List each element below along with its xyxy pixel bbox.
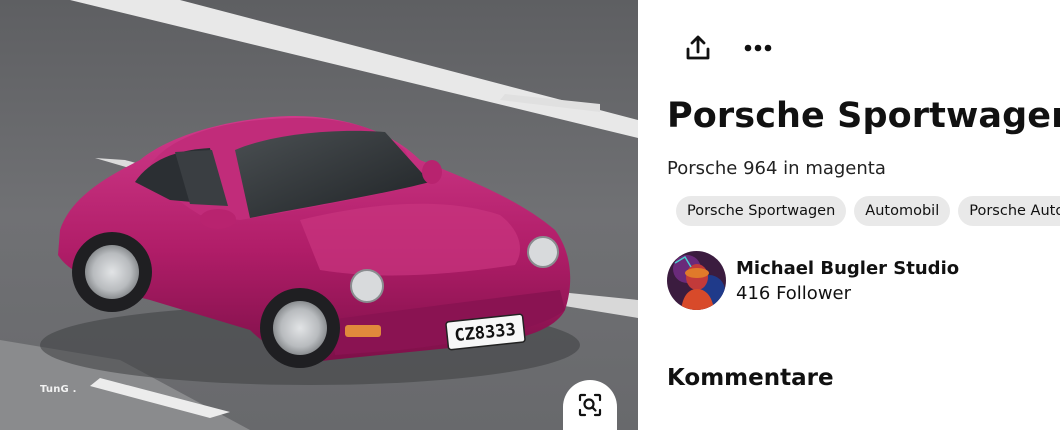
creator-avatar[interactable] [667, 251, 726, 310]
tag-chip[interactable]: Porsche Autos [958, 196, 1060, 226]
more-options-button[interactable] [740, 30, 776, 66]
pin-title: Porsche Sportwagen [667, 96, 1060, 136]
share-button[interactable] [680, 30, 716, 66]
pin-image[interactable]: CZ8333 TunG . [0, 0, 638, 430]
pin-description: Porsche 964 in magenta [667, 158, 886, 179]
photo-watermark: TunG . [40, 384, 77, 395]
creator-text: Michael Bugler Studio 416 Follower [736, 258, 959, 304]
share-icon [686, 35, 710, 60]
tag-list: Porsche Sportwagen Automobil Porsche Aut… [676, 196, 1060, 226]
follower-count: 416 Follower [736, 282, 852, 304]
pin-details: Porsche Sportwagen Porsche 964 in magent… [640, 0, 1060, 430]
more-dots-icon [744, 44, 772, 52]
creator-info: Michael Bugler Studio 416 Follower [667, 251, 959, 310]
creator-name[interactable]: Michael Bugler Studio [736, 258, 959, 279]
tag-chip[interactable]: Automobil [854, 196, 951, 226]
comments-heading: Kommentare [667, 365, 834, 391]
avatar-image [667, 251, 726, 310]
tag-chip[interactable]: Porsche Sportwagen [676, 196, 847, 226]
visual-search-button[interactable] [563, 380, 617, 430]
car-photo: CZ8333 [0, 0, 638, 430]
visual-search-icon [578, 393, 602, 417]
